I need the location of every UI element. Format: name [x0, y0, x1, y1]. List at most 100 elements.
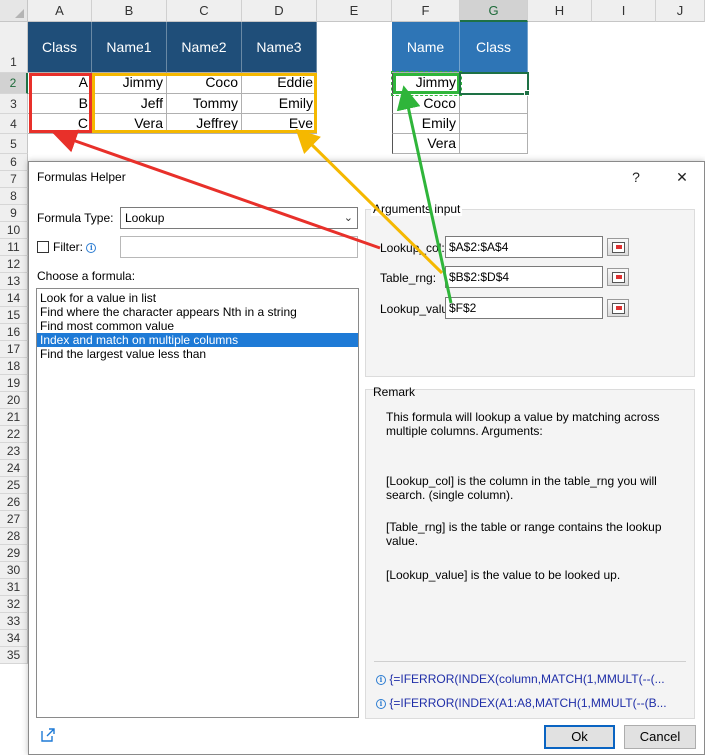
column-header-j[interactable]: J: [656, 0, 705, 22]
formula-example[interactable]: i {=IFERROR(INDEX(A1:A8,MATCH(1,MMULT(--…: [376, 696, 667, 710]
list-item[interactable]: Find where the character appears Nth in …: [37, 305, 358, 319]
row-header-12[interactable]: 12: [0, 256, 28, 273]
close-icon[interactable]: ✕: [669, 166, 695, 188]
row-header-21[interactable]: 21: [0, 409, 28, 426]
table-cell[interactable]: Jimmy: [92, 73, 167, 94]
table-header-name1[interactable]: Name1: [92, 22, 167, 73]
row-header-30[interactable]: 30: [0, 562, 28, 579]
column-header-h[interactable]: H: [528, 0, 592, 22]
row-header-16[interactable]: 16: [0, 324, 28, 341]
list-item[interactable]: Find the largest value less than: [37, 347, 358, 361]
filter-input[interactable]: [120, 236, 358, 258]
table-cell[interactable]: A: [28, 73, 92, 94]
list-item[interactable]: Look for a value in list: [37, 291, 358, 305]
table-cell[interactable]: Emily: [392, 114, 460, 134]
lookup-col-input[interactable]: $A$2:$A$4: [445, 236, 603, 258]
row-header-10[interactable]: 10: [0, 222, 28, 239]
column-header-c[interactable]: C: [167, 0, 242, 22]
row-header-7[interactable]: 7: [0, 171, 28, 188]
cancel-button[interactable]: Cancel: [624, 725, 696, 749]
column-header-i[interactable]: I: [592, 0, 656, 22]
info-icon[interactable]: i: [86, 242, 97, 253]
table-cell[interactable]: Vera: [392, 134, 460, 154]
table-cell[interactable]: Eve: [242, 114, 317, 134]
row-header-15[interactable]: 15: [0, 307, 28, 324]
row-header-33[interactable]: 33: [0, 613, 28, 630]
column-header-e[interactable]: E: [317, 0, 392, 22]
table-cell[interactable]: Eddie: [242, 73, 317, 94]
row-header-2[interactable]: 2: [0, 73, 28, 94]
row-header-17[interactable]: 17: [0, 341, 28, 358]
table-cell[interactable]: Coco: [167, 73, 242, 94]
list-item[interactable]: Find most common value: [37, 319, 358, 333]
formula-type-select[interactable]: Lookup ⌄: [120, 207, 358, 229]
remark-paragraph: [Table_rng] is the table or range contai…: [386, 520, 662, 548]
list-item-selected[interactable]: Index and match on multiple columns: [37, 333, 358, 347]
table-cell[interactable]: Emily: [242, 94, 317, 114]
row-header-19[interactable]: 19: [0, 375, 28, 392]
table-header-class[interactable]: Class: [28, 22, 92, 73]
select-range-icon[interactable]: [607, 299, 629, 317]
table-cell[interactable]: Jeff: [92, 94, 167, 114]
row-header-29[interactable]: 29: [0, 545, 28, 562]
row-header-31[interactable]: 31: [0, 579, 28, 596]
table-cell[interactable]: [460, 134, 528, 154]
row-header-9[interactable]: 9: [0, 205, 28, 222]
table-header-name3[interactable]: Name3: [242, 22, 317, 73]
active-cell-g2[interactable]: [460, 73, 528, 94]
formula-example[interactable]: i {=IFERROR(INDEX(column,MATCH(1,MMULT(-…: [376, 672, 665, 686]
row-header-27[interactable]: 27: [0, 511, 28, 528]
row-header-18[interactable]: 18: [0, 358, 28, 375]
table-cell[interactable]: Jimmy: [392, 73, 460, 94]
table-header-class-lookup[interactable]: Class: [460, 22, 528, 73]
dialog-titlebar[interactable]: Formulas Helper ? ✕: [29, 162, 704, 192]
row-header-35[interactable]: 35: [0, 647, 28, 664]
select-all-corner[interactable]: [0, 0, 28, 22]
row-header-6[interactable]: 6: [0, 154, 28, 171]
row-header-13[interactable]: 13: [0, 273, 28, 290]
lookup-value-input[interactable]: $F$2: [445, 297, 603, 319]
row-header-14[interactable]: 14: [0, 290, 28, 307]
table-cell[interactable]: [460, 94, 528, 114]
table-header-name2[interactable]: Name2: [167, 22, 242, 73]
table-cell[interactable]: Vera: [92, 114, 167, 134]
row-header-8[interactable]: 8: [0, 188, 28, 205]
table-header-name[interactable]: Name: [392, 22, 460, 73]
row-header-24[interactable]: 24: [0, 460, 28, 477]
column-header-b[interactable]: B: [92, 0, 167, 22]
ok-button[interactable]: Ok: [544, 725, 615, 749]
table-cell[interactable]: Jeffrey: [167, 114, 242, 134]
chevron-down-icon[interactable]: ⌄: [344, 208, 353, 228]
row-header-25[interactable]: 25: [0, 477, 28, 494]
column-header-a[interactable]: A: [28, 0, 92, 22]
column-header-g[interactable]: G: [460, 0, 528, 22]
row-header-11[interactable]: 11: [0, 239, 28, 256]
column-header-d[interactable]: D: [242, 0, 317, 22]
table-cell[interactable]: C: [28, 114, 92, 134]
filter-label-wrap: Filter: i: [53, 240, 97, 254]
filter-checkbox[interactable]: [37, 241, 49, 253]
external-link-icon[interactable]: [40, 727, 56, 743]
row-header-32[interactable]: 32: [0, 596, 28, 613]
table-rng-input[interactable]: $B$2:$D$4: [445, 266, 603, 288]
column-header-f[interactable]: F: [392, 0, 460, 22]
select-range-icon[interactable]: [607, 268, 629, 286]
help-icon[interactable]: ?: [623, 166, 649, 188]
row-header-34[interactable]: 34: [0, 630, 28, 647]
table-cell[interactable]: Coco: [392, 94, 460, 114]
select-range-icon[interactable]: [607, 238, 629, 256]
row-header-22[interactable]: 22: [0, 426, 28, 443]
table-cell[interactable]: [460, 114, 528, 134]
table-cell[interactable]: B: [28, 94, 92, 114]
row-header-3[interactable]: 3: [0, 94, 28, 114]
row-header-1[interactable]: 1: [0, 22, 28, 73]
table-cell[interactable]: Tommy: [167, 94, 242, 114]
row-header-26[interactable]: 26: [0, 494, 28, 511]
row-header-4[interactable]: 4: [0, 114, 28, 134]
remark-paragraph: [Lookup_col] is the column in the table_…: [386, 474, 657, 502]
formula-list[interactable]: Look for a value in list Find where the …: [36, 288, 359, 718]
row-header-20[interactable]: 20: [0, 392, 28, 409]
row-header-5[interactable]: 5: [0, 134, 28, 154]
row-header-23[interactable]: 23: [0, 443, 28, 460]
row-header-28[interactable]: 28: [0, 528, 28, 545]
